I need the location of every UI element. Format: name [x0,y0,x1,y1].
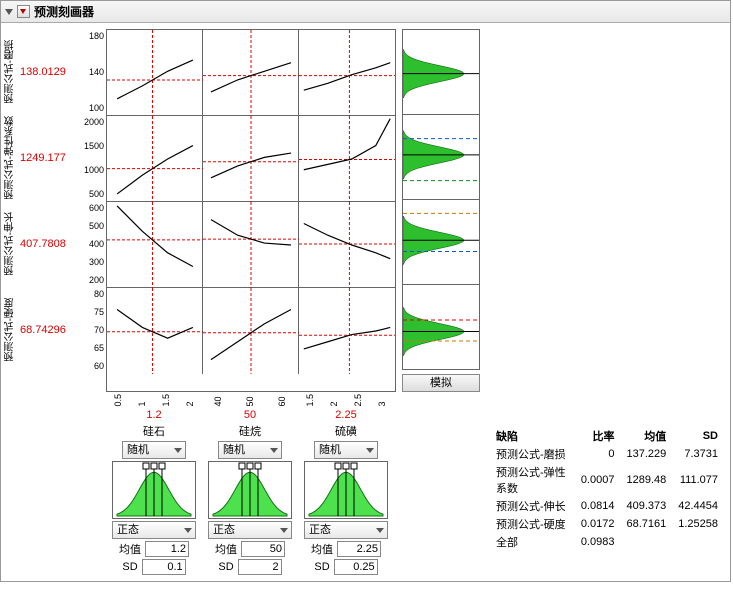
factor-dist-plot[interactable] [304,461,388,519]
profiler-panel: 预测刻画器 预测公式-磨损 138.0129 预测公式-弹性系数 1249.17… [0,0,731,582]
sim-histogram [402,284,480,370]
response-label: 预测公式-磨损 [3,40,18,103]
x-tick-cell: 0.511.52 [106,392,202,407]
response-label: 预测公式-伸长 [3,212,18,275]
sd-label: SD [314,561,329,573]
stats-header: 缺陷 [490,427,575,445]
y-axis-labels: 预测公式-磨损 138.0129 预测公式-弹性系数 1249.177 预测公式… [3,29,76,373]
y-label-row: 预测公式-磨损 138.0129 [3,29,76,115]
disclosure-icon[interactable] [5,9,13,15]
profiler-cell[interactable] [203,116,299,202]
random-dropdown[interactable]: 随机 [314,441,378,459]
mean-label: 均值 [119,541,141,557]
y-ticks: 600 500 400 300 200 [78,201,106,287]
stats-row: 预测公式-弹性系数0.00071289.48111.077 [490,463,724,497]
factor-dist-plot[interactable] [112,461,196,519]
mean-input[interactable] [241,541,285,557]
profiler-cell[interactable] [299,202,395,288]
factor-name: 硫磺 [298,421,394,439]
profiler-cell[interactable] [107,202,203,288]
y-ticks: 180 140 100 [78,29,106,115]
stats-header: 均值 [620,427,672,445]
stats-row: 全部0.0983 [490,533,724,551]
dist-type-dropdown[interactable]: 正态 [304,521,388,539]
sim-hist-column: 模拟 [396,29,480,392]
y-ticks: 2000 1500 1000 500 [78,115,106,201]
x-ticks: 0.511.524050601.522.53 [106,392,480,407]
random-dropdown[interactable]: 随机 [122,441,186,459]
stats-header: SD [672,427,724,445]
dist-type-dropdown[interactable]: 正态 [112,521,196,539]
x-names-row: 硅石 硅烷 硫磺 [106,421,480,439]
stats-row: 预测公式-伸长0.0814409.37342.4454 [490,497,724,515]
menu-caret-icon[interactable] [17,5,30,18]
stats-table: 缺陷 比率 均值 SD 预测公式-磨损0137.2297.3731预测公式-弹性… [490,427,724,551]
response-value[interactable]: 1249.177 [20,152,76,164]
sd-input[interactable] [142,559,186,575]
sd-row: SD SD SD [106,559,480,575]
factor-dist-plot[interactable] [208,461,292,519]
profiler-cell[interactable] [107,116,203,202]
response-value[interactable]: 138.0129 [20,66,76,78]
profiler-cell[interactable] [107,288,203,374]
mean-label: 均值 [215,541,237,557]
chart-grid[interactable] [106,29,396,392]
sim-histogram [402,29,480,115]
random-dropdown-row: 随机 随机 随机 [106,441,480,459]
panel-header: 预测刻画器 [1,1,730,23]
panel-body: 预测公式-磨损 138.0129 预测公式-弹性系数 1249.177 预测公式… [1,23,730,581]
response-label: 预测公式-弹性系数 [3,116,18,199]
profiler-cell[interactable] [203,288,299,374]
chart-column: 模拟 0.511.524050601.522.53 1.2 50 2.25 硅石… [106,29,480,575]
sd-input[interactable] [334,559,378,575]
y-label-row: 预测公式-弹性系数 1249.177 [3,115,76,201]
factor-value[interactable]: 50 [202,407,298,421]
sim-histogram [402,199,480,285]
dist-type-row: 正态 正态 正态 [106,521,480,539]
sim-histogram [402,114,480,200]
sd-input[interactable] [238,559,282,575]
factor-name: 硅烷 [202,421,298,439]
factor-value[interactable]: 2.25 [298,407,394,421]
response-value[interactable]: 68.74296 [20,324,76,336]
simulate-button[interactable]: 模拟 [402,374,480,392]
response-value[interactable]: 407.7808 [20,238,76,250]
y-ticks: 80 75 70 65 60 [78,287,106,373]
profiler-cell[interactable] [107,30,203,116]
y-label-row: 预测公式-伸长 407.7808 [3,201,76,287]
stats-row: 预测公式-磨损0137.2297.3731 [490,445,724,463]
x-values-row: 1.2 50 2.25 [106,407,480,421]
mean-input[interactable] [145,541,189,557]
factor-value[interactable]: 1.2 [106,407,202,421]
stats-header: 比率 [575,427,621,445]
response-label: 预测公式-硬度 [3,298,18,361]
profiler-cell[interactable] [299,116,395,202]
mean-row: 均值 均值 均值 [106,541,480,557]
panel-title: 预测刻画器 [34,3,94,20]
factor-name: 硅石 [106,421,202,439]
distribution-row [106,461,480,519]
y-label-row: 预测公式-硬度 68.74296 [3,287,76,373]
sd-label: SD [122,561,137,573]
profiler-cell[interactable] [299,30,395,116]
x-tick-cell: 1.522.53 [298,392,394,407]
profiler-cell[interactable] [299,288,395,374]
y-tick-column: 180 140 100 2000 1500 1000 500 600 500 4… [78,29,106,373]
sd-label: SD [218,561,233,573]
dist-type-dropdown[interactable]: 正态 [208,521,292,539]
mean-label: 均值 [311,541,333,557]
profiler-cell[interactable] [203,30,299,116]
profiler-cell[interactable] [203,202,299,288]
x-tick-cell: 405060 [202,392,298,407]
mean-input[interactable] [337,541,381,557]
stats-row: 预测公式-硬度0.017268.71611.25258 [490,515,724,533]
random-dropdown[interactable]: 随机 [218,441,282,459]
